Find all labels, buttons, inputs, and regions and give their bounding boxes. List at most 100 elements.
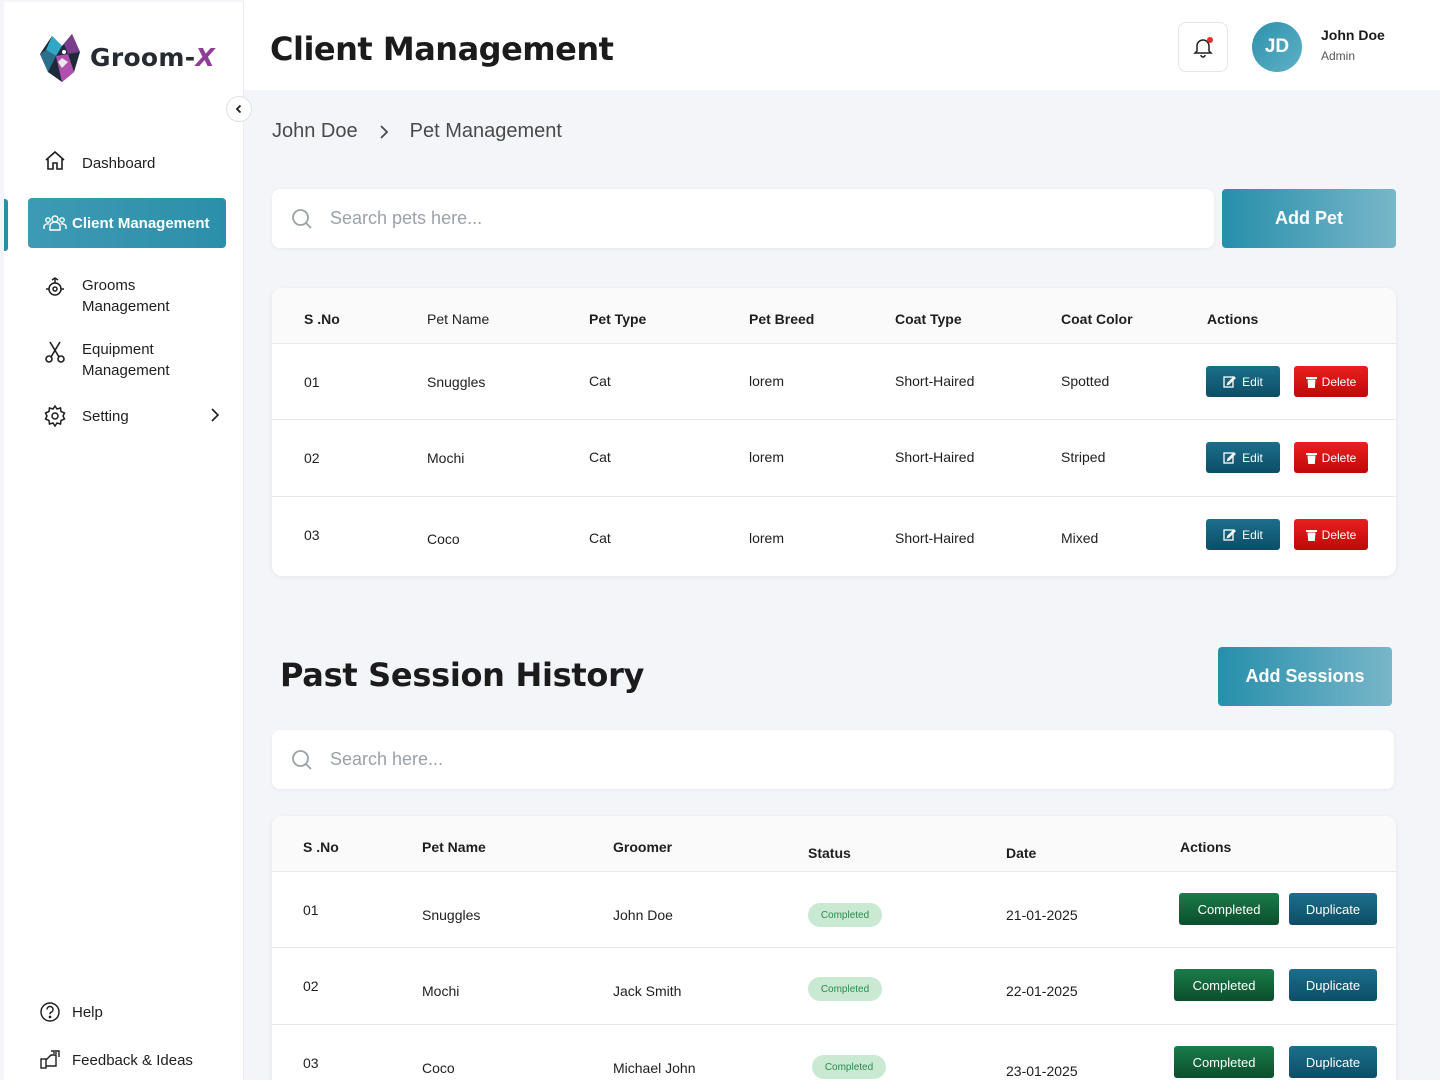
pet-sno: 01 xyxy=(304,374,320,390)
coat-color: Striped xyxy=(1061,449,1106,465)
session-sno: 01 xyxy=(303,902,319,918)
feedback-link[interactable]: Feedback & Ideas xyxy=(38,1048,193,1072)
sidebar-item-label: Grooms Management xyxy=(82,277,170,315)
coat-type: Short-Haired xyxy=(895,449,975,465)
help-link[interactable]: Help xyxy=(38,1000,103,1024)
delete-label: Delete xyxy=(1321,527,1357,542)
duplicate-button[interactable]: Duplicate xyxy=(1289,1046,1377,1078)
edit-label: Edit xyxy=(1242,450,1263,465)
session-date: 22-01-2025 xyxy=(1006,983,1078,999)
help-circle-icon xyxy=(38,1000,62,1024)
sidebar-item-client-management[interactable]: Client Management xyxy=(28,198,226,248)
groomer-icon xyxy=(42,275,68,301)
brand-logo[interactable]: Groom-X xyxy=(34,28,215,86)
delete-button[interactable]: Delete xyxy=(1294,366,1368,397)
sidebar-item-equipment-management[interactable]: Equipment Management xyxy=(28,339,228,381)
column-header: Coat Color xyxy=(1061,311,1133,327)
table-row: 01 Snuggles John Doe Completed 21-01-202… xyxy=(272,872,1396,948)
status-badge: Completed xyxy=(812,1055,886,1079)
pet-breed: lorem xyxy=(749,449,785,465)
pet-sno: 02 xyxy=(304,450,320,466)
edit-label: Edit xyxy=(1242,527,1263,542)
edit-button[interactable]: Edit xyxy=(1206,442,1280,473)
chevron-right-icon xyxy=(378,123,390,141)
coat-color: Spotted xyxy=(1061,373,1110,389)
session-search-input[interactable] xyxy=(330,749,1214,770)
gear-icon xyxy=(42,403,68,429)
session-sno: 03 xyxy=(303,1055,319,1071)
pet-breed: lorem xyxy=(749,373,785,389)
session-date: 21-01-2025 xyxy=(1006,907,1078,923)
pet-name: Mochi xyxy=(427,450,465,466)
sidebar-item-label: Client Management xyxy=(72,214,210,232)
collapse-sidebar-button[interactable] xyxy=(226,96,252,122)
column-header: Status xyxy=(808,845,851,861)
column-header: Groomer xyxy=(613,839,673,855)
search-icon xyxy=(292,749,312,770)
edit-icon xyxy=(1223,376,1237,388)
session-groomer: John Doe xyxy=(613,907,673,923)
user-name[interactable]: John Doe xyxy=(1321,27,1385,43)
column-header: Date xyxy=(1006,845,1037,861)
edit-icon xyxy=(1223,452,1237,464)
status-badge: Completed xyxy=(808,977,882,1001)
notification-button[interactable] xyxy=(1178,22,1228,72)
home-icon xyxy=(42,148,68,174)
delete-button[interactable]: Delete xyxy=(1294,519,1368,550)
session-groomer: Jack Smith xyxy=(613,983,682,999)
duplicate-button[interactable]: Duplicate xyxy=(1289,969,1377,1001)
column-header: Pet Name xyxy=(427,311,490,327)
column-header: Pet Type xyxy=(589,311,647,327)
feedback-icon xyxy=(38,1048,62,1072)
users-icon xyxy=(42,210,68,236)
sidebar-item-label: Dashboard xyxy=(82,155,156,172)
scissors-icon xyxy=(42,339,68,365)
duplicate-button[interactable]: Duplicate xyxy=(1289,893,1377,925)
table-row: 03 Coco Michael John Completed 23-01-202… xyxy=(272,1025,1396,1080)
coat-color: Mixed xyxy=(1061,530,1099,546)
session-groomer: Michael John xyxy=(613,1060,696,1076)
breadcrumb: John Doe Pet Management xyxy=(272,120,562,143)
brand-name: Groom-X xyxy=(90,42,216,72)
sidebar-item-setting[interactable]: Setting xyxy=(28,403,228,429)
page-title: Client Management xyxy=(270,30,614,68)
section-title: Past Session History xyxy=(280,656,645,694)
pet-search-input[interactable] xyxy=(330,208,1070,229)
completed-button[interactable]: Completed xyxy=(1179,893,1279,925)
pets-table-header: S .No Pet Name Pet Type Pet Breed Coat T… xyxy=(272,288,1396,344)
add-pet-button[interactable]: Add Pet xyxy=(1222,189,1396,248)
pet-sno: 03 xyxy=(304,527,320,543)
session-pet-name: Snuggles xyxy=(422,907,481,923)
edit-button[interactable]: Edit xyxy=(1206,366,1280,397)
add-sessions-button[interactable]: Add Sessions xyxy=(1218,647,1392,706)
column-header: Actions xyxy=(1180,839,1232,855)
sessions-table-header: S .No Pet Name Groomer Status Date Actio… xyxy=(272,816,1396,872)
table-row: 02 Mochi Cat lorem Short-Haired Striped … xyxy=(272,420,1396,497)
session-pet-name: Mochi xyxy=(422,983,460,999)
sidebar-item-dashboard[interactable]: Dashboard xyxy=(28,148,228,174)
pet-type: Cat xyxy=(589,449,611,465)
column-header: Pet Name xyxy=(422,839,486,855)
column-header: S .No xyxy=(303,839,339,855)
top-header: Client Management JD John Doe Admin xyxy=(244,0,1440,90)
pet-search-box xyxy=(272,189,1214,248)
pet-type: Cat xyxy=(589,530,611,546)
column-header: S .No xyxy=(304,311,340,327)
notification-dot xyxy=(1207,37,1213,43)
avatar[interactable]: JD xyxy=(1252,22,1302,72)
edit-button[interactable]: Edit xyxy=(1206,519,1280,550)
coat-type: Short-Haired xyxy=(895,530,975,546)
trash-icon xyxy=(1305,376,1317,388)
trash-icon xyxy=(1305,529,1317,541)
coat-type: Short-Haired xyxy=(895,373,975,389)
breadcrumb-parent[interactable]: John Doe xyxy=(272,120,358,143)
completed-button[interactable]: Completed xyxy=(1174,1046,1274,1078)
edit-icon xyxy=(1223,529,1237,541)
chevron-right-icon xyxy=(208,403,222,433)
session-search-box xyxy=(272,730,1394,789)
delete-button[interactable]: Delete xyxy=(1294,442,1368,473)
completed-button[interactable]: Completed xyxy=(1174,969,1274,1001)
sidebar-item-grooms-management[interactable]: Grooms Management xyxy=(28,275,228,317)
delete-label: Delete xyxy=(1321,450,1357,465)
sidebar: Groom-X Dashboard Client Management Groo… xyxy=(4,2,244,1080)
